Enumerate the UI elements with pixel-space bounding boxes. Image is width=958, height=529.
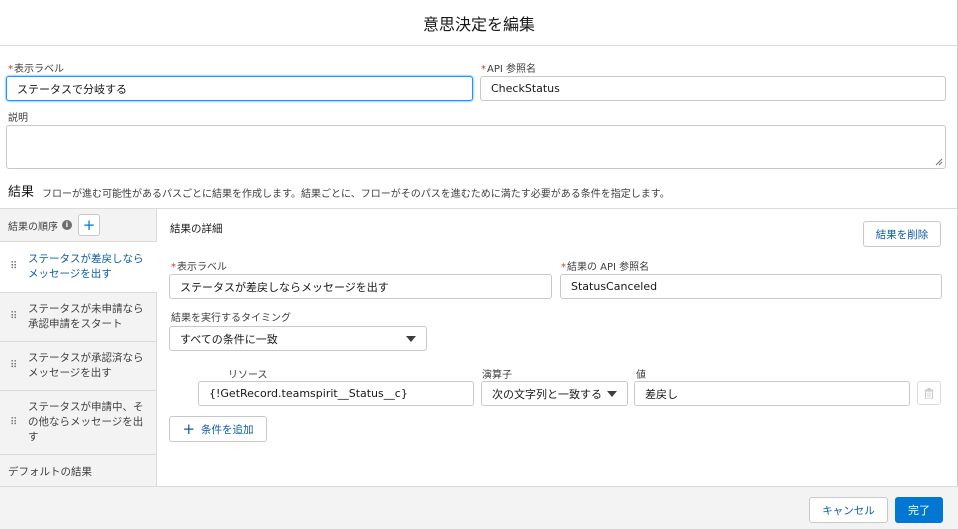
modal-title: 意思決定を編集 [422, 14, 535, 34]
outcome-item[interactable]: ⠿ ステータスが未申請なら承認申請をスタート [0, 292, 156, 341]
operator-select[interactable]: 次の文字列と一致する [481, 381, 628, 406]
plus-icon: + [82, 215, 96, 234]
delete-outcome-button[interactable]: 結果を削除 [863, 221, 941, 247]
done-button[interactable]: 完了 [895, 497, 943, 523]
timing-select[interactable]: すべての条件に一致 [169, 326, 427, 351]
outcome-item[interactable]: ⠿ ステータスが承認済ならメッセージを出す [0, 341, 156, 390]
outcomes-section-title: 結果 [8, 185, 35, 200]
description-textarea[interactable] [6, 125, 946, 169]
outcome-api-name-input[interactable]: StatusCanceled [560, 274, 942, 299]
outcome-api-name-field-label: *結果の API 参照名 [561, 262, 650, 273]
timing-select-value: すべての条件に一致 [180, 332, 278, 346]
add-condition-label: 条件を追加 [201, 423, 254, 436]
outcome-order-panel: 結果の順序 i + ⠿ ステータスが差戻しならメッセージを出す ⠿ ステータスが… [0, 208, 157, 486]
outcome-label-input[interactable]: ステータスが差戻しならメッセージを出す [169, 274, 552, 299]
resize-handle-icon[interactable] [935, 158, 943, 166]
label-field-label: *表示ラベル [8, 64, 64, 75]
drag-handle-icon[interactable]: ⠿ [10, 417, 18, 427]
modal-header: 意思決定を編集 [0, 0, 958, 46]
outcome-item-label: ステータスが未申請なら承認申請をスタート [28, 303, 144, 330]
resource-input[interactable]: {!GetRecord.teamspirit__Status__c} [198, 381, 474, 406]
outcome-label-field-label: *表示ラベル [171, 262, 227, 273]
drag-handle-icon[interactable]: ⠿ [10, 361, 18, 371]
outcome-order-header: 結果の順序 i + [0, 209, 156, 241]
plus-icon: + [182, 419, 196, 438]
edit-decision-modal: 意思決定を編集 *表示ラベル ステータスで分岐する *API 参照名 Check… [0, 0, 958, 529]
outcome-item-label: ステータスが差戻しならメッセージを出す [28, 253, 144, 280]
outcome-item[interactable]: ⠿ ステータスが申請中、その他ならメッセージを出す [0, 390, 156, 454]
value-label: 値 [636, 370, 646, 381]
info-icon[interactable]: i [62, 220, 72, 230]
add-condition-button[interactable]: + 条件を追加 [169, 416, 267, 442]
api-name-field-label: *API 参照名 [481, 64, 536, 75]
trash-icon [924, 387, 934, 399]
timing-label: 結果を実行するタイミング [171, 313, 291, 324]
value-input[interactable]: 差戻し [634, 381, 910, 406]
outcome-detail-title: 結果の詳細 [170, 223, 223, 235]
outcomes-section-description: フローが進む可能性があるパスごとに結果を作成します。結果ごとに、フローがそのパス… [42, 189, 670, 200]
resource-label: リソース [228, 370, 268, 381]
drag-handle-icon[interactable]: ⠿ [10, 262, 18, 272]
outcome-order-title: 結果の順序 [8, 221, 58, 233]
delete-condition-button[interactable] [917, 381, 941, 405]
operator-label: 演算子 [482, 370, 512, 381]
chevron-down-icon [406, 335, 416, 342]
operator-select-value: 次の文字列と一致する [492, 387, 602, 401]
description-label: 説明 [8, 113, 28, 124]
add-outcome-button[interactable]: + [78, 214, 100, 236]
cancel-button[interactable]: キャンセル [809, 497, 888, 523]
drag-handle-icon[interactable]: ⠿ [10, 312, 18, 322]
api-name-input[interactable]: CheckStatus [480, 76, 946, 101]
outcome-item-label: ステータスが承認済ならメッセージを出す [28, 352, 144, 379]
label-input[interactable]: ステータスで分岐する [6, 76, 473, 101]
outcome-detail-panel: 結果の詳細 結果を削除 *表示ラベル ステータスが差戻しならメッセージを出す *… [157, 208, 957, 486]
outcome-item[interactable]: ⠿ ステータスが差戻しならメッセージを出す [0, 241, 157, 292]
outcome-item-label: ステータスが申請中、その他ならメッセージを出す [28, 401, 144, 443]
default-outcome-item[interactable]: デフォルトの結果 [0, 454, 156, 487]
chevron-down-icon [607, 390, 617, 397]
modal-footer: キャンセル 完了 [0, 486, 958, 529]
